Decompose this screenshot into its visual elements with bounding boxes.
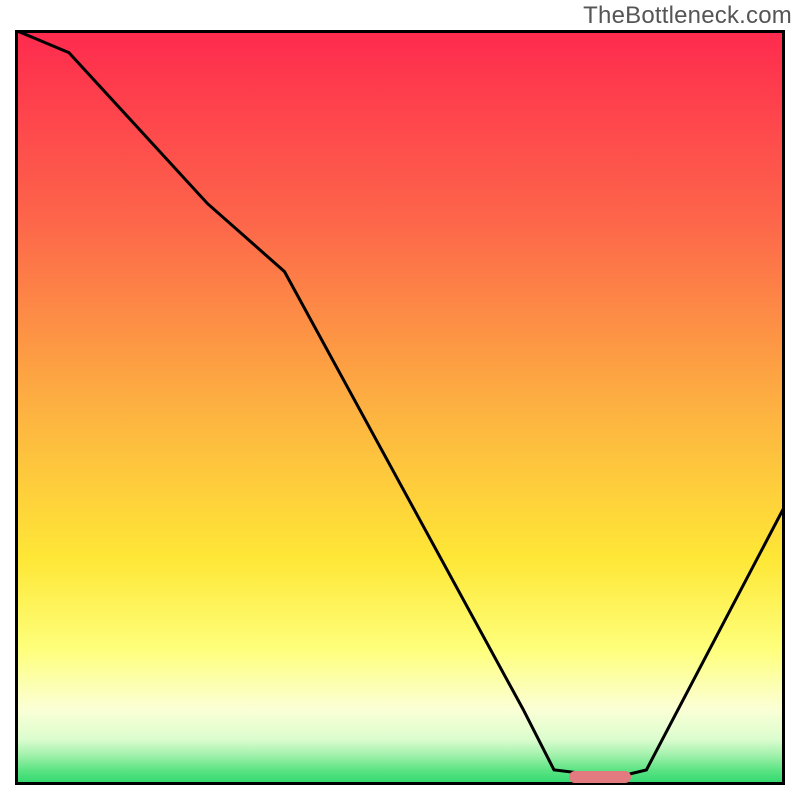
plot-svg: [15, 30, 785, 785]
gradient-background: [15, 30, 785, 785]
watermark-text: TheBottleneck.com: [583, 2, 792, 30]
chart-stage: TheBottleneck.com: [0, 0, 800, 800]
optimal-range-marker: [569, 771, 631, 783]
plot-area: [15, 30, 785, 785]
